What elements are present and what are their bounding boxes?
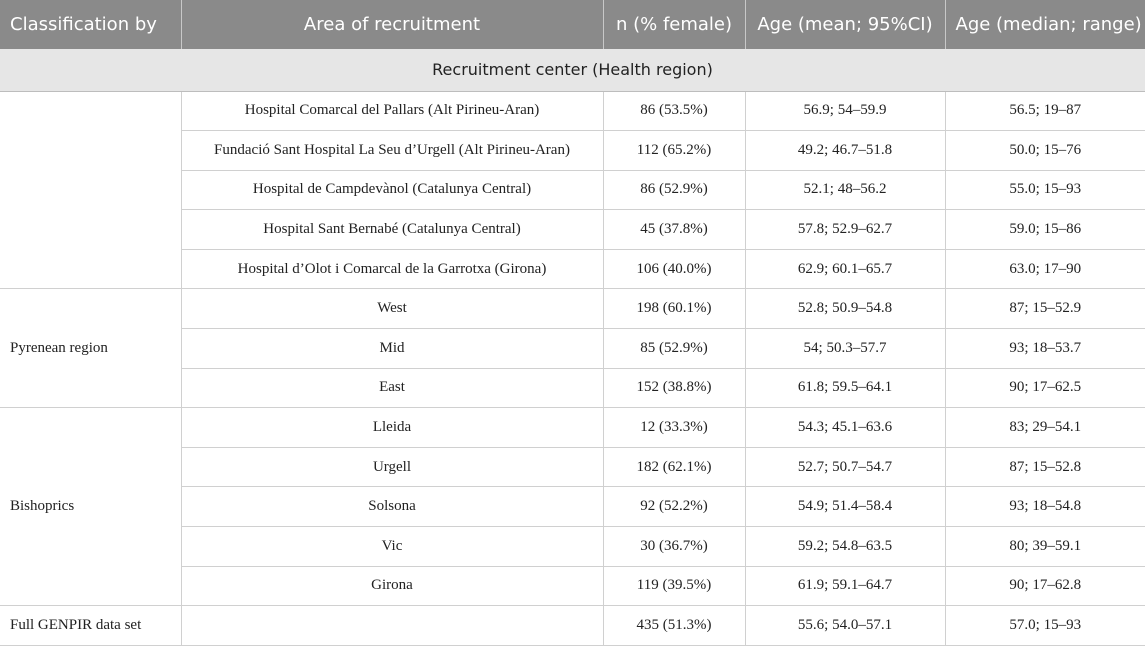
age-median-cell: 90; 17–62.8 <box>945 566 1145 607</box>
column-header-age-mean: Age (mean; 95%CI) <box>745 0 946 49</box>
area-cell: Hospital de Campdevànol (Catalunya Centr… <box>181 170 604 211</box>
column-header-classification: Classification by <box>0 0 182 49</box>
age-median-cell: 80; 39–59.1 <box>945 526 1145 567</box>
table-header: Classification by Area of recruitment n … <box>0 0 1145 49</box>
area-cell: West <box>181 288 604 330</box>
n-female-cell: 112 (65.2%) <box>603 130 746 171</box>
age-mean-cell: 54; 50.3–57.7 <box>745 328 946 369</box>
age-mean-cell: 49.2; 46.7–51.8 <box>745 130 946 171</box>
area-cell: Urgell <box>181 447 604 488</box>
age-median-cell: 50.0; 15–76 <box>945 130 1145 171</box>
age-mean-cell: 62.9; 60.1–65.7 <box>745 249 946 290</box>
table-row: Hospital Comarcal del Pallars (Alt Pirin… <box>0 91 1145 290</box>
area-cell: Hospital Sant Bernabé (Catalunya Central… <box>181 209 604 250</box>
table-row: Bishoprics Lleida 12 (33.3%) 54.3; 45.1–63.… <box>0 407 1145 607</box>
age-mean-cell: 54.9; 51.4–58.4 <box>745 486 946 528</box>
age-mean-cell: 52.8; 50.9–54.8 <box>745 288 946 330</box>
n-female-cell: 435 (51.3%) <box>603 605 746 646</box>
area-cell: Mid <box>181 328 604 369</box>
table-body: Recruitment center (Health region) Hospi… <box>0 49 1145 646</box>
age-median-cell: 87; 15–52.9 <box>945 288 1145 330</box>
group-label-cell: Bishoprics <box>0 407 182 607</box>
age-median-cell: 56.5; 19–87 <box>945 91 1145 132</box>
area-cell: Hospital Comarcal del Pallars (Alt Pirin… <box>181 91 604 132</box>
age-median-cell: 93; 18–54.8 <box>945 486 1145 528</box>
area-cell: Hospital d’Olot i Comarcal de la Garrotx… <box>181 249 604 290</box>
area-cell: East <box>181 368 604 409</box>
n-female-cell: 152 (38.8%) <box>603 368 746 409</box>
n-female-cell: 86 (52.9%) <box>603 170 746 211</box>
area-cell: Fundació Sant Hospital La Seu d’Urgell (… <box>181 130 604 171</box>
age-median-cell: 57.0; 15–93 <box>945 605 1145 646</box>
n-female-cell: 92 (52.2%) <box>603 486 746 528</box>
area-cell: Lleida <box>181 407 604 448</box>
n-female-cell: 119 (39.5%) <box>603 566 746 607</box>
data-table: Classification by Area of recruitment n … <box>0 0 1145 646</box>
area-cell: Girona <box>181 566 604 607</box>
age-median-cell: 90; 17–62.5 <box>945 368 1145 409</box>
n-female-cell: 182 (62.1%) <box>603 447 746 488</box>
age-mean-cell: 56.9; 54–59.9 <box>745 91 946 132</box>
area-cell <box>181 605 604 646</box>
n-female-cell: 85 (52.9%) <box>603 328 746 369</box>
age-median-cell: 55.0; 15–93 <box>945 170 1145 211</box>
section-label: Recruitment center (Health region) <box>0 49 1145 92</box>
header-row: Classification by Area of recruitment n … <box>0 0 1145 49</box>
group-label-cell: Full GENPIR data set <box>0 605 182 646</box>
age-mean-cell: 61.9; 59.1–64.7 <box>745 566 946 607</box>
column-header-age-median: Age (median; range) <box>945 0 1145 49</box>
age-mean-cell: 52.1; 48–56.2 <box>745 170 946 211</box>
age-median-cell: 63.0; 17–90 <box>945 249 1145 290</box>
age-mean-cell: 61.8; 59.5–64.1 <box>745 368 946 409</box>
table-row: Full GENPIR data set 435 (51.3%) 55.6; 54.… <box>0 605 1145 646</box>
age-mean-cell: 57.8; 52.9–62.7 <box>745 209 946 250</box>
age-mean-cell: 55.6; 54.0–57.1 <box>745 605 946 646</box>
n-female-cell: 45 (37.8%) <box>603 209 746 250</box>
n-female-cell: 30 (36.7%) <box>603 526 746 567</box>
area-cell: Vic <box>181 526 604 567</box>
age-mean-cell: 54.3; 45.1–63.6 <box>745 407 946 448</box>
age-mean-cell: 59.2; 54.8–63.5 <box>745 526 946 567</box>
column-header-area: Area of recruitment <box>181 0 604 49</box>
age-median-cell: 87; 15–52.8 <box>945 447 1145 488</box>
section-row: Recruitment center (Health region) <box>0 49 1145 92</box>
n-female-cell: 12 (33.3%) <box>603 407 746 448</box>
age-mean-cell: 52.7; 50.7–54.7 <box>745 447 946 488</box>
table-row: Pyrenean region West 198 (60.1%) 52.8; 50.9… <box>0 288 1145 409</box>
group-label-cell <box>0 91 182 290</box>
age-median-cell: 93; 18–53.7 <box>945 328 1145 369</box>
n-female-cell: 198 (60.1%) <box>603 288 746 330</box>
group-label-cell: Pyrenean region <box>0 288 182 409</box>
area-cell: Solsona <box>181 486 604 528</box>
n-female-cell: 106 (40.0%) <box>603 249 746 290</box>
column-header-n-female: n (% female) <box>603 0 746 49</box>
age-median-cell: 83; 29–54.1 <box>945 407 1145 448</box>
n-female-cell: 86 (53.5%) <box>603 91 746 132</box>
age-median-cell: 59.0; 15–86 <box>945 209 1145 250</box>
